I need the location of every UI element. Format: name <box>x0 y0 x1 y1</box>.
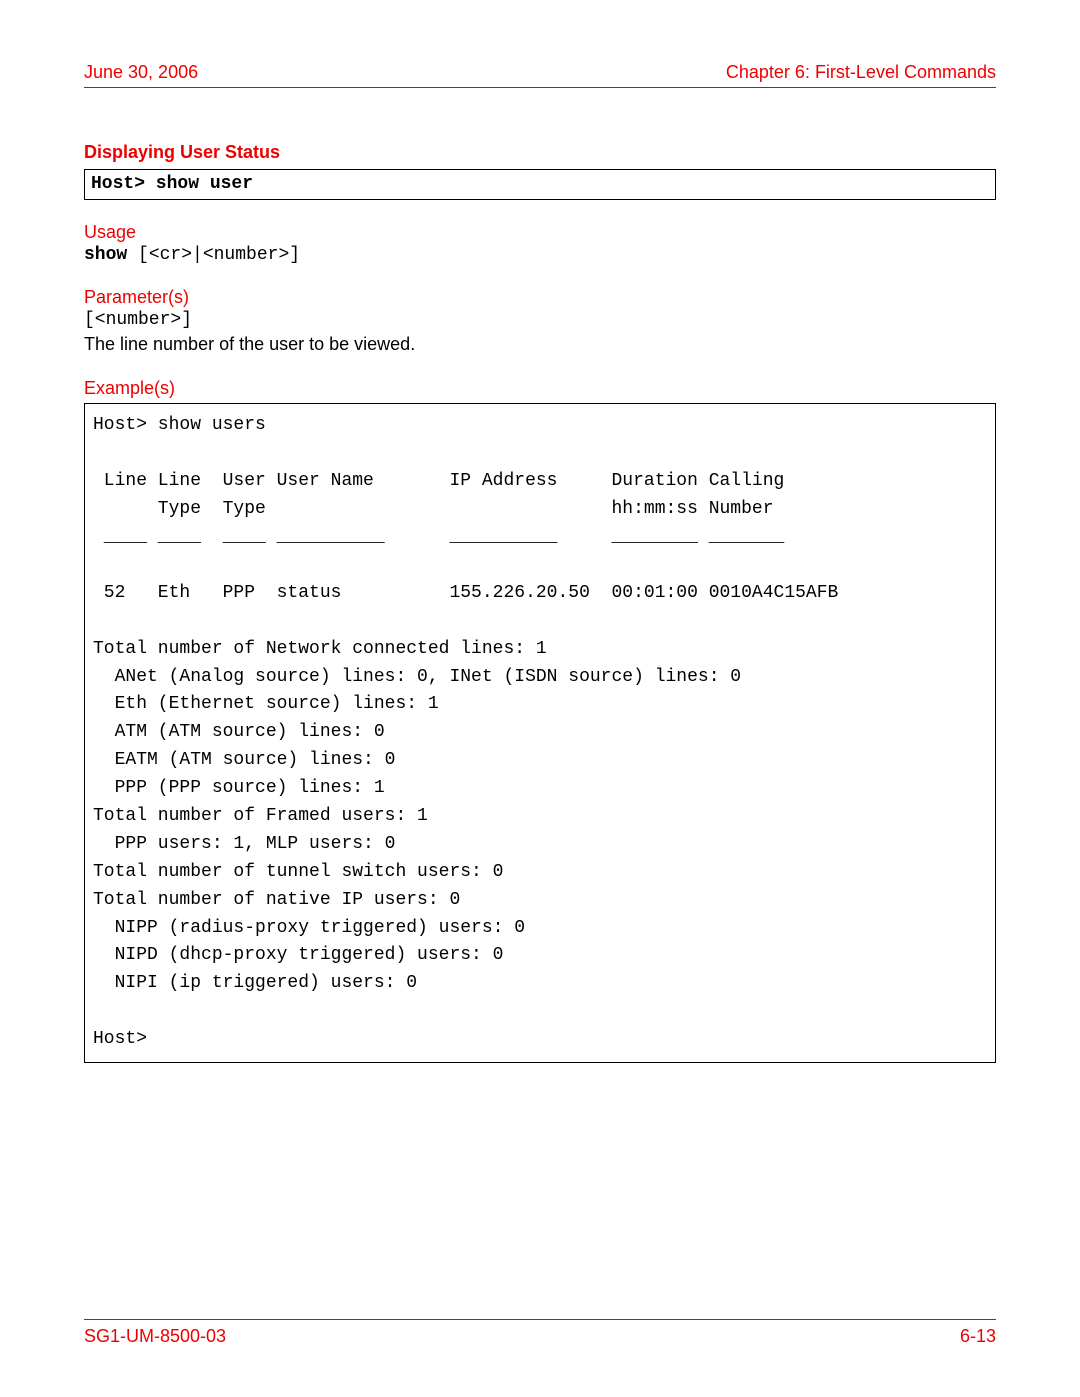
usage-heading: Usage <box>84 222 996 243</box>
parameter-token: [<number>] <box>84 310 996 330</box>
parameters-heading: Parameter(s) <box>84 287 996 308</box>
command-box: Host> show user <box>84 169 996 200</box>
header-date: June 30, 2006 <box>84 62 198 83</box>
footer-page-number: 6-13 <box>960 1326 996 1347</box>
section-title: Displaying User Status <box>84 142 996 163</box>
parameter-description: The line number of the user to be viewed… <box>84 332 996 356</box>
page-header: June 30, 2006 Chapter 6: First-Level Com… <box>84 62 996 88</box>
usage-syntax: show [<cr>|<number>] <box>84 245 996 265</box>
examples-heading: Example(s) <box>84 378 996 399</box>
usage-cmd-bold: show <box>84 245 127 265</box>
footer-doc-id: SG1-UM-8500-03 <box>84 1326 226 1347</box>
header-chapter: Chapter 6: First-Level Commands <box>726 62 996 83</box>
examples-output: Host> show users Line Line User User Nam… <box>84 403 996 1062</box>
usage-cmd-rest: [<cr>|<number>] <box>127 245 300 265</box>
page: June 30, 2006 Chapter 6: First-Level Com… <box>0 0 1080 1397</box>
page-footer: SG1-UM-8500-03 6-13 <box>84 1319 996 1347</box>
